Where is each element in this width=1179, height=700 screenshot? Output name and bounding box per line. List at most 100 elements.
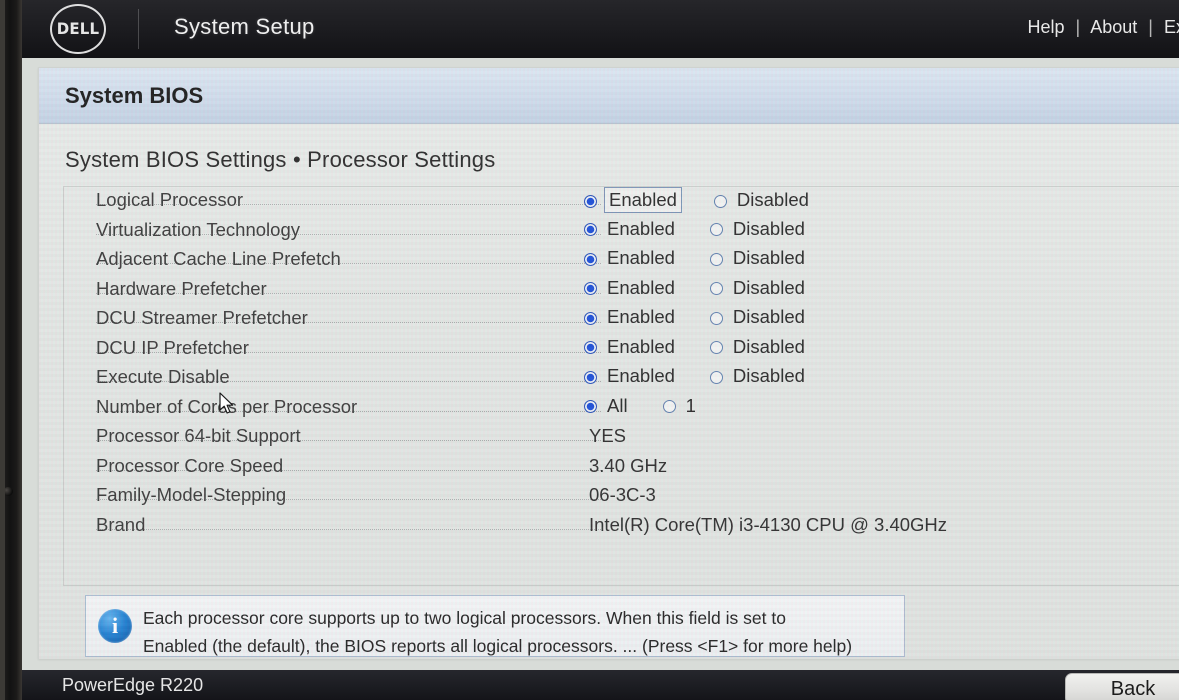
radio-button-icon[interactable] (709, 311, 723, 325)
radio-option-label: Enabled (607, 306, 675, 327)
link-separator-2: | (1148, 17, 1153, 37)
help-line-1: Each processor core supports up to two l… (143, 608, 786, 628)
radio-option[interactable]: Enabled (584, 187, 682, 213)
settings-row: Processor Core Speed 3.40 GHz (64, 453, 1179, 483)
radio-option-label: Enabled (607, 365, 675, 386)
radio-button-icon[interactable] (584, 311, 597, 325)
settings-row: Brand Intel(R) Core(TM) i3-4130 CPU @ 3.4… (64, 512, 1179, 542)
settings-panel: Logical Processor Enabled Disabled Virtuali… (63, 186, 1179, 586)
radio-option-label: Disabled (736, 189, 809, 210)
page-title-band: System BIOS (39, 68, 1179, 124)
setting-label: Virtualization Technology (96, 218, 300, 240)
setting-label: Family-Model-Stepping (96, 484, 287, 505)
option-group: Enabled Disabled (584, 187, 812, 213)
option-group: Enabled Disabled (584, 246, 808, 270)
option-group: Enabled Disabled (584, 305, 808, 329)
radio-option[interactable]: Enabled (584, 276, 678, 300)
page-title: System BIOS (65, 83, 204, 108)
radio-button-icon[interactable] (709, 282, 723, 295)
radio-button-icon[interactable] (584, 252, 597, 266)
radio-option-label: Disabled (732, 247, 805, 268)
radio-option-label: Enabled (607, 247, 675, 268)
settings-row[interactable]: Virtualization Technology Enabled Disabled (64, 217, 1179, 247)
radio-option[interactable]: Enabled (584, 335, 678, 359)
system-model-label: PowerEdge R220 (62, 675, 204, 695)
setting-label: DCU IP Prefetcher (96, 336, 249, 358)
settings-row: Family-Model-Stepping 06-3C-3 (64, 482, 1179, 512)
radio-button-icon[interactable] (584, 370, 597, 384)
radio-button-icon[interactable] (709, 341, 723, 354)
radio-option-label: Enabled (607, 276, 675, 298)
radio-option-label: 1 (685, 394, 696, 416)
radio-option-label: Disabled (732, 217, 805, 239)
option-group: Enabled Disabled (584, 217, 808, 241)
help-box: i Each processor core supports up to two… (85, 595, 905, 657)
settings-row: Processor 64-bit Support YES (64, 423, 1179, 453)
setting-value: 3.40 GHz (589, 454, 668, 476)
page-sheet: System BIOS System BIOS Settings • Proce… (38, 67, 1179, 659)
radio-button-icon[interactable] (584, 400, 597, 413)
bios-page: System BIOS System BIOS Settings • Proce… (22, 58, 1179, 670)
dell-logo-text: DELL (56, 19, 100, 39)
link-separator-1: | (1075, 17, 1081, 37)
radio-option[interactable]: Disabled (709, 305, 808, 329)
radio-option[interactable]: Enabled (584, 246, 678, 270)
option-group: All 1 (584, 394, 699, 418)
dell-logo: DELL (50, 4, 106, 54)
help-line-2: Enabled (the default), the BIOS reports … (143, 636, 853, 656)
footer-bar: PowerEdge R220 Back (22, 670, 1179, 700)
radio-option-label: Disabled (732, 365, 805, 386)
radio-option[interactable]: Disabled (709, 276, 808, 300)
radio-option[interactable]: Enabled (584, 217, 678, 241)
setting-label: Brand (96, 513, 146, 535)
settings-row[interactable]: DCU IP Prefetcher Enabled Disabled (64, 335, 1179, 365)
option-group: Enabled Disabled (584, 276, 808, 300)
settings-row[interactable]: Logical Processor Enabled Disabled (64, 187, 1179, 217)
radio-option[interactable]: Disabled (709, 246, 808, 270)
setting-value: YES (589, 425, 627, 446)
setting-value: Intel(R) Core(TM) i3-4130 CPU @ 3.40GHz (589, 513, 948, 535)
radio-option[interactable]: Enabled (584, 305, 678, 329)
settings-row[interactable]: Execute Disable Enabled Disabled (64, 364, 1179, 394)
mouse-cursor (219, 392, 236, 421)
info-icon: i (98, 609, 132, 643)
settings-row[interactable]: Hardware Prefetcher Enabled Disabled (64, 276, 1179, 306)
radio-button-icon[interactable] (584, 341, 597, 354)
back-button[interactable]: Back (1065, 673, 1179, 700)
radio-option[interactable]: All (584, 394, 631, 418)
radio-option-label: Enabled (604, 187, 682, 213)
radio-button-icon[interactable] (584, 282, 597, 295)
radio-button-icon[interactable] (662, 400, 676, 413)
option-group: Enabled Disabled (584, 364, 808, 388)
radio-option-label: Enabled (607, 217, 675, 239)
setting-label: DCU Streamer Prefetcher (96, 307, 308, 328)
radio-option[interactable]: Disabled (713, 187, 812, 213)
radio-option[interactable]: Disabled (709, 364, 808, 388)
radio-option-label: Disabled (732, 276, 805, 298)
settings-row[interactable]: Adjacent Cache Line Prefetch Enabled Disab… (64, 246, 1179, 276)
radio-button-icon[interactable] (709, 223, 723, 236)
about-link[interactable]: About (1090, 17, 1137, 37)
radio-option[interactable]: Enabled (584, 364, 678, 388)
setting-label: Processor Core Speed (96, 454, 284, 476)
monitor-bezel-edge (0, 0, 5, 700)
radio-option[interactable]: 1 (662, 394, 699, 418)
radio-option-label: Disabled (732, 306, 805, 327)
exit-link[interactable]: Ex (1164, 17, 1179, 37)
setting-label: Processor 64-bit Support (96, 425, 301, 446)
radio-option-label: Enabled (607, 335, 675, 357)
setting-label: Execute Disable (96, 366, 230, 387)
settings-rows: Logical Processor Enabled Disabled Virtuali… (64, 187, 1179, 541)
help-link[interactable]: Help (1027, 17, 1064, 37)
setting-value: 06-3C-3 (589, 484, 656, 505)
radio-button-icon[interactable] (709, 370, 723, 384)
radio-option[interactable]: Disabled (709, 335, 808, 359)
radio-option[interactable]: Disabled (709, 217, 808, 241)
radio-button-icon[interactable] (584, 223, 597, 236)
settings-row[interactable]: DCU Streamer Prefetcher Enabled Disabled (64, 305, 1179, 335)
radio-button-icon[interactable] (584, 194, 597, 208)
radio-button-icon[interactable] (709, 252, 723, 266)
setting-label: Adjacent Cache Line Prefetch (96, 248, 341, 269)
radio-button-icon[interactable] (713, 194, 727, 208)
option-group: Enabled Disabled (584, 335, 808, 359)
